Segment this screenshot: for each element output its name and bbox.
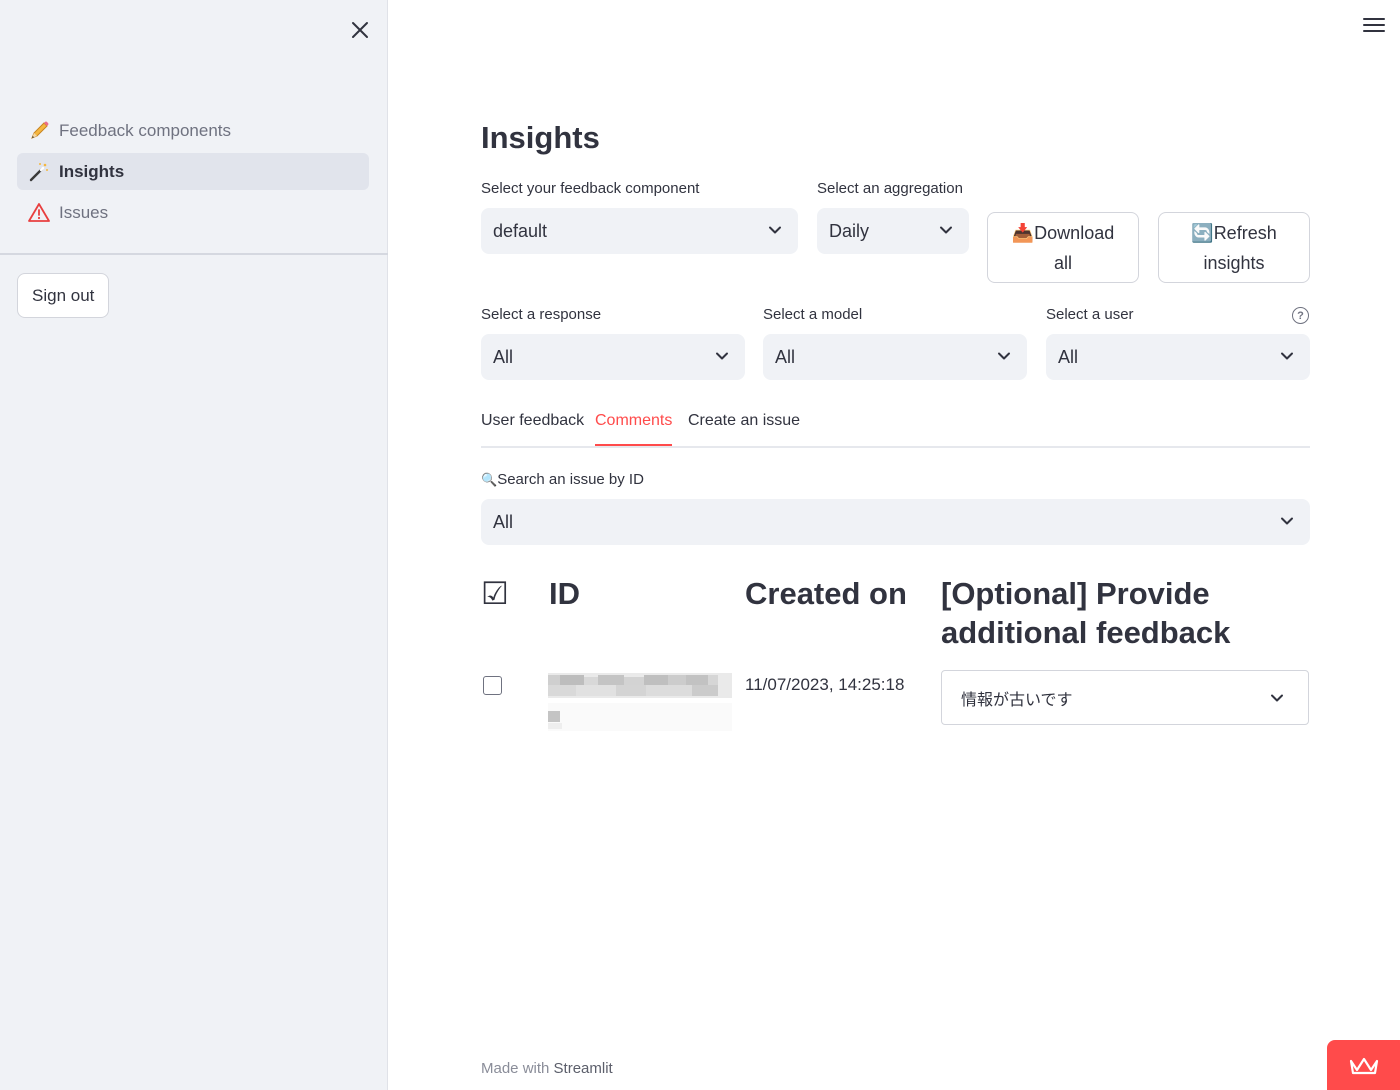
- chevron-down-icon: [769, 226, 781, 234]
- sidebar-item-feedback-components[interactable]: Feedback components: [17, 112, 369, 149]
- id-column-header: ID: [549, 576, 580, 611]
- feedback-component-label: Select your feedback component: [481, 180, 700, 197]
- user-value: All: [1058, 346, 1079, 367]
- feedback-component-value: default: [493, 220, 548, 241]
- close-sidebar-icon[interactable]: [346, 16, 374, 44]
- chevron-down-icon: [1281, 517, 1293, 525]
- sidebar-nav: Feedback components Insights Issues: [17, 112, 369, 235]
- search-issue-label: 🔍Search an issue by ID: [481, 471, 644, 488]
- page-title: Insights: [481, 120, 600, 155]
- search-issue-select[interactable]: All: [481, 499, 1310, 545]
- additional-feedback-header-line2: additional feedback: [941, 615, 1231, 650]
- sidebar-item-insights[interactable]: Insights: [17, 153, 369, 190]
- model-value: All: [775, 346, 796, 367]
- download-all-button[interactable]: 📥Download all: [987, 212, 1139, 283]
- user-select[interactable]: All: [1046, 334, 1310, 380]
- sidebar-item-label: Feedback components: [59, 120, 231, 140]
- redacted-id: [546, 673, 732, 736]
- additional-feedback-select[interactable]: 情報が古いです: [941, 670, 1309, 725]
- aggregation-label: Select an aggregation: [817, 180, 963, 197]
- model-select[interactable]: All: [763, 334, 1027, 380]
- tab-bar: User feedback Comments Create an issue: [481, 410, 1310, 448]
- sidebar: Feedback components Insights Issues Sign…: [0, 0, 388, 1090]
- select-column-header-icon: ☑: [481, 576, 509, 611]
- refresh-insights-label-2: insights: [1203, 252, 1265, 273]
- refresh-insights-label: Refresh: [1213, 222, 1277, 243]
- chevron-down-icon: [940, 226, 952, 234]
- warning-icon: [27, 201, 51, 225]
- magnifier-icon: 🔍: [481, 472, 498, 487]
- main-menu-icon[interactable]: [1363, 18, 1385, 36]
- refresh-insights-button[interactable]: 🔄Refresh insights: [1158, 212, 1310, 283]
- sidebar-item-issues[interactable]: Issues: [17, 194, 369, 231]
- additional-feedback-column-header: [Optional] Provide additional feedback: [941, 574, 1321, 652]
- search-issue-value: All: [493, 511, 514, 532]
- footer: Made with Streamlit: [481, 1060, 613, 1077]
- tab-create-an-issue[interactable]: Create an issue: [688, 412, 800, 444]
- row-checkbox[interactable]: [483, 676, 502, 695]
- additional-feedback-value: 情報が古いです: [961, 689, 1073, 709]
- user-label: Select a user: [1046, 306, 1134, 323]
- streamlit-crown-icon[interactable]: [1327, 1040, 1400, 1090]
- sign-out-button[interactable]: Sign out: [17, 273, 110, 318]
- magic-wand-icon: [27, 160, 51, 184]
- footer-prefix: Made with: [481, 1060, 550, 1077]
- created-on-cell: 11/07/2023, 14:25:18: [745, 675, 905, 694]
- chevron-down-icon: [998, 352, 1010, 360]
- created-on-column-header: Created on: [745, 576, 907, 611]
- search-issue-label-text: Search an issue by ID: [497, 471, 644, 488]
- download-all-label: Download: [1034, 222, 1115, 243]
- tab-user-feedback[interactable]: User feedback: [481, 412, 584, 444]
- additional-feedback-header-line1: [Optional] Provide: [941, 576, 1210, 611]
- model-label: Select a model: [763, 306, 863, 323]
- sidebar-item-label: Insights: [59, 161, 125, 181]
- response-select[interactable]: All: [481, 334, 745, 380]
- footer-brand-link[interactable]: Streamlit: [554, 1060, 613, 1077]
- sidebar-divider: [0, 253, 388, 255]
- tab-comments[interactable]: Comments: [595, 412, 673, 446]
- aggregation-select[interactable]: Daily: [817, 208, 969, 254]
- sidebar-item-label: Issues: [59, 202, 109, 222]
- pencil-icon: [27, 119, 51, 143]
- chevron-down-icon: [1271, 694, 1283, 702]
- response-value: All: [493, 346, 514, 367]
- inbox-tray-icon: 📥: [1011, 222, 1035, 243]
- response-label: Select a response: [481, 306, 602, 323]
- chevron-down-icon: [1281, 352, 1293, 360]
- refresh-icon: 🔄: [1191, 222, 1214, 243]
- download-all-label-2: all: [1053, 252, 1072, 273]
- aggregation-value: Daily: [829, 220, 870, 241]
- help-icon[interactable]: ?: [1292, 307, 1309, 324]
- feedback-component-select[interactable]: default: [481, 208, 798, 254]
- chevron-down-icon: [716, 352, 728, 360]
